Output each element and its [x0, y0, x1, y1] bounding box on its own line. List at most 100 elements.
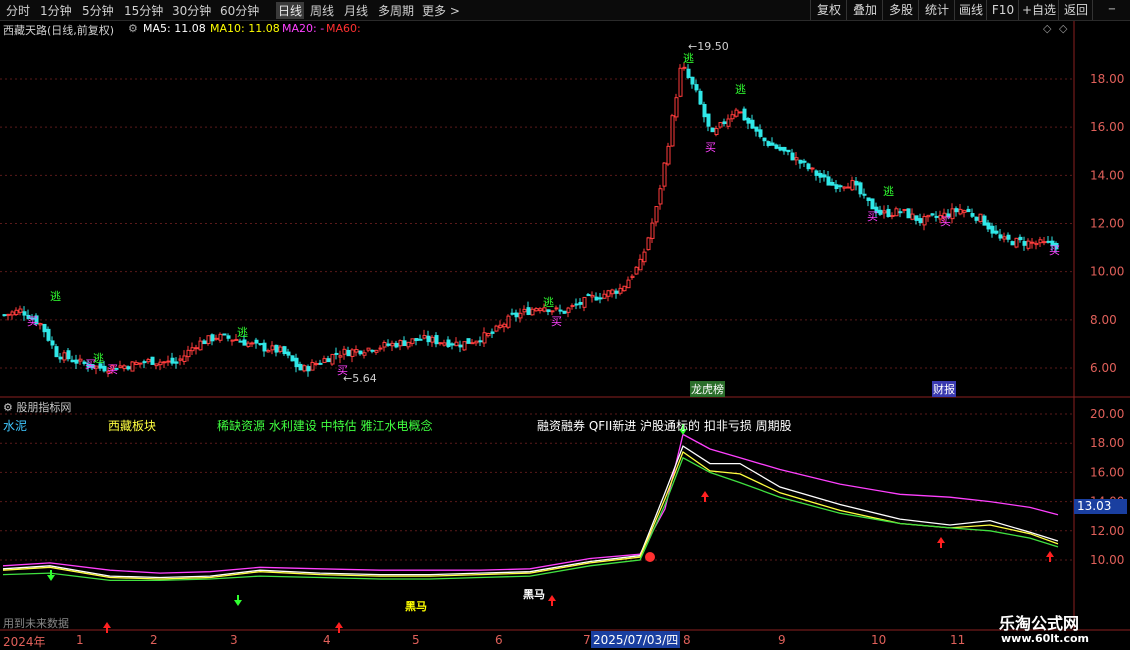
- candle-body: [430, 336, 435, 343]
- watermark-name: 乐淘公式网: [999, 614, 1080, 633]
- dragon-tiger-tag[interactable]: 龙虎榜: [690, 381, 725, 397]
- tab-15min[interactable]: 15分钟: [124, 2, 163, 19]
- candle-body: [714, 128, 719, 136]
- candle-body: [894, 208, 899, 217]
- price-tick-label: 16.00: [1090, 120, 1124, 134]
- month-label: 4: [323, 633, 331, 647]
- low-price-marker: ←5.64: [343, 372, 377, 385]
- candle-body: [426, 335, 431, 343]
- add-watchlist-button[interactable]: +自选: [1018, 0, 1059, 20]
- candle-body: [1014, 237, 1019, 248]
- more-tools-button[interactable]: −: [1092, 0, 1130, 20]
- candle-body: [10, 311, 15, 316]
- candle-body: [358, 350, 363, 355]
- tab-daily[interactable]: 日线: [276, 2, 305, 19]
- candle-body: [790, 152, 795, 161]
- tab-weekly[interactable]: 周线: [310, 2, 334, 19]
- tab-intraday[interactable]: 分时: [6, 2, 30, 19]
- candle-body: [498, 324, 503, 328]
- candle-body: [562, 310, 567, 314]
- candle-body: [394, 342, 399, 348]
- candle-body: [762, 137, 767, 142]
- candle-body: [614, 290, 619, 294]
- candle-body: [338, 355, 343, 358]
- candle-body: [50, 340, 55, 346]
- tab-30min[interactable]: 30分钟: [172, 2, 211, 19]
- statistics-button[interactable]: 统计: [918, 0, 955, 20]
- candle-body: [450, 343, 455, 346]
- candle-body: [138, 362, 143, 365]
- tab-1min[interactable]: 1分钟: [40, 2, 72, 19]
- candle-body: [398, 340, 403, 347]
- escape-signal: 逃: [883, 185, 894, 198]
- buy-signal: 买: [705, 141, 716, 154]
- candle-body: [534, 308, 539, 312]
- candle-body: [302, 365, 307, 372]
- multi-stock-button[interactable]: 多股: [882, 0, 919, 20]
- candle-body: [510, 312, 515, 315]
- candle-body: [702, 104, 707, 118]
- settings-gear-icon[interactable]: ⚙: [3, 401, 13, 414]
- candle-body: [726, 118, 731, 127]
- candle-body: [690, 76, 695, 85]
- adjust-button[interactable]: 复权: [810, 0, 847, 20]
- candle-body: [458, 344, 463, 348]
- candle-body: [150, 356, 155, 365]
- candle-body: [978, 213, 983, 223]
- candle-body: [386, 343, 391, 346]
- indicator-title[interactable]: ⚙ 股朋指标网: [3, 399, 71, 415]
- candle-body: [834, 184, 839, 190]
- candle-body: [994, 230, 999, 234]
- candle-body: [122, 365, 127, 370]
- candle-body: [14, 309, 19, 316]
- candle-body: [38, 323, 43, 326]
- tab-more[interactable]: 更多 >: [422, 2, 460, 19]
- candle-body: [582, 296, 587, 308]
- candle-body: [970, 213, 975, 217]
- price-tick-label: 12.00: [1090, 217, 1124, 231]
- candle-body: [530, 308, 535, 316]
- indicator-tick-label: 16.00: [1090, 465, 1124, 479]
- candle-body: [574, 303, 579, 306]
- f10-button[interactable]: F10: [986, 0, 1019, 20]
- candle-body: [166, 360, 171, 363]
- draw-line-button[interactable]: 画线: [954, 0, 987, 20]
- kline-chart[interactable]: 6.008.0010.0012.0014.0016.0018.0010.0012…: [0, 21, 1130, 650]
- month-label: 1: [76, 633, 84, 647]
- tab-multi-period[interactable]: 多周期: [378, 2, 414, 19]
- tab-60min[interactable]: 60分钟: [220, 2, 259, 19]
- candle-body: [682, 66, 687, 69]
- candle-body: [206, 335, 211, 344]
- candle-body: [170, 357, 175, 364]
- candle-body: [550, 310, 555, 313]
- candle-body: [934, 215, 939, 218]
- candle-body: [1006, 234, 1011, 240]
- candle-body: [710, 127, 715, 133]
- candle-body: [758, 129, 763, 137]
- candle-body: [858, 182, 863, 195]
- candle-body: [590, 294, 595, 298]
- concept-tibet: 西藏板块: [108, 419, 157, 433]
- candle-body: [646, 237, 651, 251]
- back-button[interactable]: 返回: [1058, 0, 1093, 20]
- candle-body: [738, 111, 743, 114]
- month-label: 2: [150, 633, 158, 647]
- candle-body: [886, 208, 891, 217]
- tab-monthly[interactable]: 月线: [344, 2, 368, 19]
- candle-body: [698, 90, 703, 105]
- candle-body: [406, 341, 411, 348]
- candle-body: [194, 347, 199, 350]
- candle-body: [998, 234, 1003, 239]
- tab-5min[interactable]: 5分钟: [82, 2, 114, 19]
- up-arrow-icon: [103, 622, 111, 628]
- indicator-tick-label: 18.00: [1090, 436, 1124, 450]
- candle-body: [810, 167, 815, 170]
- candle-body: [378, 347, 383, 350]
- overlay-button[interactable]: 叠加: [846, 0, 883, 20]
- concept-list: 稀缺资源 水利建设 中特估 雅江水电概念: [217, 419, 433, 433]
- concept-list-2: 融资融券 QFII新进 沪股通标的 扣非亏损 周期股: [537, 419, 792, 433]
- candle-body: [730, 114, 735, 120]
- financial-report-tag[interactable]: 财报: [932, 381, 956, 397]
- candle-body: [254, 339, 259, 344]
- up-arrow-icon: [335, 622, 343, 628]
